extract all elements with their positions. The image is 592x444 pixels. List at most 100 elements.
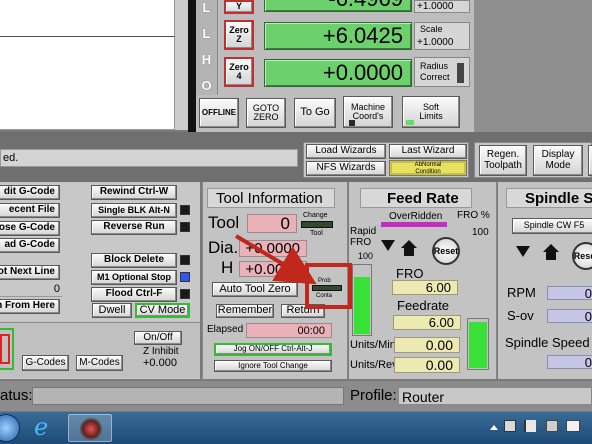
remember-button[interactable]: Remember bbox=[216, 304, 274, 318]
feed-up-icon[interactable] bbox=[400, 240, 418, 256]
recent-file-button[interactable]: ecent File bbox=[0, 203, 60, 218]
spindle-down-icon[interactable] bbox=[516, 246, 530, 257]
spindle-speed-field[interactable]: 0 bbox=[547, 355, 592, 370]
dro-z[interactable]: +6.0425 bbox=[264, 22, 412, 50]
z-inhibit-label: Z Inhibit bbox=[143, 346, 179, 357]
on-off-button[interactable]: On/Off bbox=[134, 331, 182, 345]
tool-label: Tool bbox=[208, 213, 240, 232]
scale-label: Scale bbox=[420, 24, 443, 34]
dwell-button[interactable]: Dwell bbox=[92, 303, 132, 318]
feed-rate-title-box: Feed Rate bbox=[360, 188, 472, 208]
flood-button[interactable]: Flood Ctrl-F bbox=[91, 287, 177, 302]
spindle-up-icon[interactable] bbox=[542, 244, 560, 260]
line-number-field[interactable]: 0 bbox=[0, 283, 62, 297]
tray-monitor-icon[interactable] bbox=[566, 420, 580, 432]
mcodes-button[interactable]: M-Codes bbox=[76, 355, 123, 371]
tray-flag-icon[interactable] bbox=[524, 420, 536, 432]
rapid-fro-bar[interactable] bbox=[352, 264, 372, 336]
radius-correct-label: Radius Correct bbox=[420, 61, 450, 82]
feed-down-icon[interactable] bbox=[381, 240, 395, 251]
spindle-speed-label: Spindle Speed bbox=[505, 335, 590, 350]
tool-number-field[interactable]: 0 bbox=[247, 214, 297, 233]
jog-button-partial[interactable] bbox=[588, 145, 592, 176]
run-from-here-button[interactable]: n From Here bbox=[0, 299, 60, 314]
last-wizard-button[interactable]: Last Wizard bbox=[389, 144, 467, 159]
spindle-reset-button[interactable]: Reset bbox=[572, 242, 592, 270]
profile-value: Router bbox=[402, 389, 445, 405]
jog-onoff-button[interactable]: Jog ON/OFF Ctrl-Alt-J bbox=[214, 343, 332, 356]
regen-toolpath-button[interactable]: Regen. Toolpath bbox=[479, 145, 527, 176]
block-delete-button[interactable]: Block Delete bbox=[91, 253, 177, 268]
feed-up-arrow-head bbox=[401, 240, 417, 248]
tray-up-icon[interactable] bbox=[490, 425, 498, 430]
toolpath-canvas[interactable] bbox=[0, 0, 175, 130]
cv-mode-button[interactable]: CV Mode bbox=[135, 303, 190, 318]
tray-speaker-icon[interactable] bbox=[546, 420, 558, 432]
feed-reset-button[interactable]: Reset bbox=[432, 237, 460, 265]
display-mode-button[interactable]: Display Mode bbox=[533, 145, 583, 176]
load-gcode-button[interactable]: ad G-Code bbox=[0, 238, 60, 253]
ignore-tool-change-button[interactable]: Ignore Tool Change bbox=[214, 360, 332, 372]
mach3-taskbar-button[interactable] bbox=[68, 414, 112, 442]
soft-limits-led bbox=[406, 120, 414, 125]
rpm-label: RPM bbox=[507, 285, 536, 300]
set-next-line-button[interactable]: ot Next Line bbox=[0, 265, 60, 280]
units-min-field: 0.00 bbox=[394, 337, 460, 353]
ie-glyph: e bbox=[34, 413, 49, 441]
dro-a[interactable]: +0.0000 bbox=[264, 59, 412, 87]
fro-pct-label: FRO % bbox=[457, 210, 490, 221]
single-block-button[interactable]: Single BLK Alt-N bbox=[91, 203, 177, 218]
elapsed-label: Elapsed bbox=[207, 324, 244, 335]
m1-optional-stop-button[interactable]: M1 Optional Stop bbox=[91, 270, 177, 285]
rewind-button[interactable]: Rewind Ctrl-W bbox=[91, 185, 177, 200]
display-frame-right bbox=[188, 0, 196, 132]
spindle-up-arrow-head bbox=[543, 244, 559, 252]
feedrate-value-field[interactable]: 6.00 bbox=[393, 315, 461, 330]
probe-label: Prob bbox=[318, 278, 331, 284]
goto-zero-button[interactable]: GOTO ZERO bbox=[246, 98, 286, 128]
offline-button[interactable]: OFFLINE bbox=[199, 98, 239, 128]
spindle-cw-button[interactable]: Spindle CW F5 bbox=[512, 218, 592, 234]
radius-correct[interactable]: Radius Correct bbox=[414, 57, 470, 87]
zero-y-button[interactable]: Y bbox=[224, 0, 254, 14]
units-rev-field: 0.00 bbox=[394, 357, 460, 373]
nfs-wizards-button[interactable]: NFS Wizards bbox=[306, 161, 386, 176]
sov-field: 0 bbox=[547, 309, 592, 324]
close-gcode-button[interactable]: ose G-Code bbox=[0, 221, 60, 236]
edit-gcode-button[interactable]: dit G-Code bbox=[0, 185, 60, 200]
auto-tool-zero-button[interactable]: Auto Tool Zero bbox=[212, 282, 298, 297]
fro-bar-fill bbox=[469, 322, 487, 368]
dro-y[interactable]: -6.4969 bbox=[264, 0, 412, 12]
fro-value-field: 6.00 bbox=[392, 280, 458, 295]
status-label: atus: bbox=[0, 387, 33, 404]
toolpath-display[interactable] bbox=[0, 0, 188, 130]
change-label: Change bbox=[303, 212, 328, 219]
tool-info-title: Tool Information bbox=[216, 190, 323, 207]
reverse-run-button[interactable]: Reverse Run bbox=[91, 220, 177, 235]
zero-z-button[interactable]: Zero Z bbox=[224, 20, 254, 50]
spindle-title-box: Spindle Sp bbox=[506, 188, 592, 208]
scale-z-value: +1.0000 bbox=[417, 37, 454, 48]
fro-bar[interactable] bbox=[467, 318, 489, 370]
to-go-button[interactable]: To Go bbox=[294, 98, 336, 128]
zero-4-button[interactable]: Zero 4 bbox=[224, 57, 254, 87]
rapid-fro-value: 100 bbox=[358, 251, 374, 261]
spindle-up-arrow-base bbox=[546, 252, 556, 260]
dia-field[interactable]: +0.0000 bbox=[239, 240, 307, 257]
internet-explorer-icon[interactable]: e bbox=[32, 413, 56, 441]
block-delete-led bbox=[180, 255, 190, 265]
z-inhibit-value: +0.000 bbox=[143, 357, 177, 369]
load-wizards-button[interactable]: Load Wizards bbox=[306, 144, 386, 159]
h-field[interactable]: +0.0000 bbox=[239, 261, 307, 278]
status-line-text: ed. bbox=[3, 152, 19, 164]
return-button[interactable]: Return bbox=[281, 304, 325, 318]
status-field bbox=[32, 387, 344, 405]
tray-network-icon[interactable] bbox=[504, 420, 516, 432]
probe-contact-led bbox=[312, 285, 342, 291]
feed-up-arrow-base bbox=[404, 248, 414, 256]
scale-top: +1.0000 bbox=[414, 0, 470, 13]
radius-correct-led bbox=[457, 63, 464, 83]
change-tool-led bbox=[301, 221, 333, 228]
cycle-indicator bbox=[0, 328, 14, 370]
gcodes-button[interactable]: G-Codes bbox=[22, 355, 69, 371]
